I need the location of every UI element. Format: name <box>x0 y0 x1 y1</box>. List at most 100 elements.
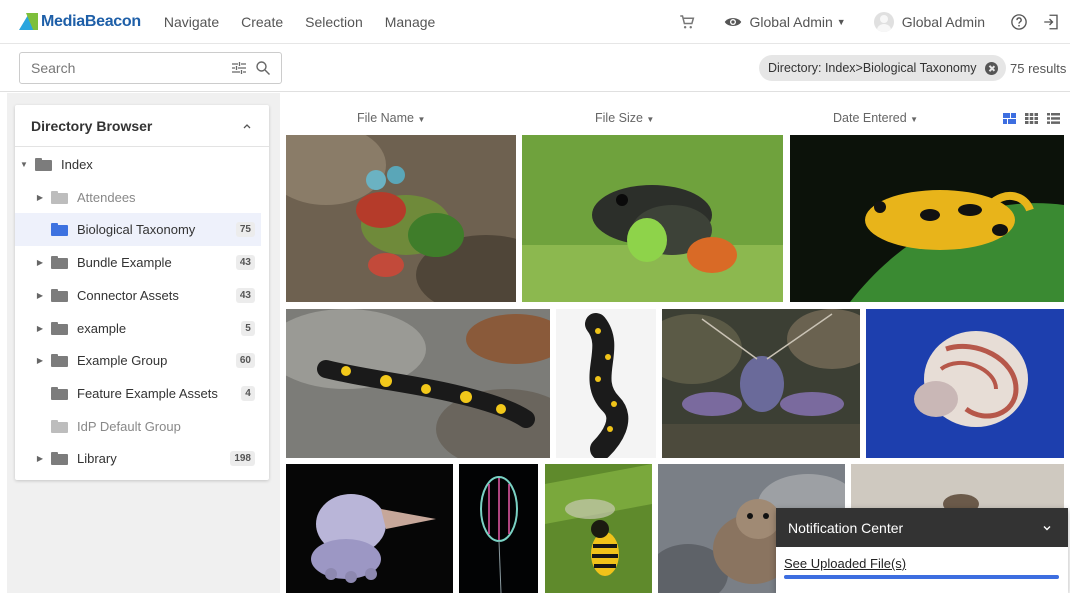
notification-title: Notification Center <box>788 519 904 536</box>
tree-item-label: example <box>77 320 127 336</box>
close-icon[interactable] <box>984 61 998 75</box>
count-badge: 5 <box>241 320 255 336</box>
grid-view-icon[interactable] <box>1025 113 1038 124</box>
logout-icon[interactable] <box>1042 13 1060 31</box>
chevron-down-icon[interactable] <box>1042 523 1052 533</box>
top-right-controls: Global Admin ▼ Global Admin <box>678 0 1070 44</box>
tree-item[interactable]: Biological Taxonomy 75 <box>15 213 261 247</box>
search-row: Directory: Index>Biological Taxonomy 75 … <box>0 45 1070 92</box>
caret-down-icon: ▼ <box>836 17 846 27</box>
tree-item[interactable]: ▶ Connector Assets 43 <box>15 279 261 312</box>
search-icon[interactable] <box>255 60 271 76</box>
folder-icon <box>51 288 68 302</box>
sort-file-name-label: File Name <box>357 111 414 125</box>
count-badge: 4 <box>241 385 255 401</box>
upload-progress-bar <box>784 575 1059 579</box>
help-icon[interactable] <box>1010 13 1028 31</box>
tree-item[interactable]: ▼ Index <box>15 148 261 181</box>
thumbnail-mantis-shrimp[interactable] <box>286 135 516 302</box>
caret-right-icon[interactable]: ▶ <box>35 356 45 366</box>
caret-down-icon: ▼ <box>417 115 426 124</box>
sort-file-name[interactable]: File Name ▼ <box>357 111 425 125</box>
brand-logo-mark <box>19 13 39 30</box>
caret-down-icon[interactable]: ▼ <box>19 160 29 170</box>
directory-browser-header[interactable]: Directory Browser <box>15 105 269 147</box>
tree-item-label: Library <box>77 451 117 467</box>
caret-right-icon[interactable]: ▶ <box>35 258 45 268</box>
thumbnail-comb-jelly[interactable] <box>459 464 538 593</box>
user-menu[interactable]: Global Admin <box>873 12 985 32</box>
brand-name: MediaBeacon <box>41 12 141 30</box>
panel-title: Directory Browser <box>31 117 153 134</box>
thumbnail-wasp[interactable] <box>545 464 652 593</box>
role-label: Global Admin <box>749 14 833 30</box>
thumbnail-lobster[interactable] <box>662 309 860 458</box>
search-input[interactable] <box>31 60 231 76</box>
folder-icon <box>51 321 68 335</box>
folder-icon <box>51 419 68 433</box>
sort-file-size[interactable]: File Size ▼ <box>595 111 654 125</box>
masonry-view-icon[interactable] <box>1003 113 1016 124</box>
see-uploaded-files-link[interactable]: See Uploaded File(s) <box>784 556 1068 571</box>
filter-icon[interactable] <box>231 60 247 76</box>
eye-icon <box>724 18 741 26</box>
main-nav: Navigate Create Selection Manage <box>164 14 457 30</box>
avatar <box>873 12 894 32</box>
thumbnail-nautilus[interactable] <box>866 309 1064 458</box>
caret-right-icon[interactable]: ▶ <box>35 454 45 464</box>
folder-icon <box>51 386 68 400</box>
brand-logo[interactable]: MediaBeacon <box>19 13 141 31</box>
tree-item-label: Attendees <box>77 189 136 205</box>
tree-item[interactable]: ▶ Attendees <box>15 181 261 214</box>
nav-selection[interactable]: Selection <box>305 14 363 30</box>
sort-file-size-label: File Size <box>595 111 643 125</box>
count-badge: 75 <box>235 222 255 238</box>
thumbnail-dumbo-octopus[interactable] <box>286 464 453 593</box>
tree-item-label: Index <box>61 157 93 172</box>
count-badge: 198 <box>230 451 255 467</box>
caret-right-icon[interactable]: ▶ <box>35 323 45 333</box>
tree-item[interactable]: ▶ example 5 <box>15 312 261 345</box>
thumbnail-fire-salamander[interactable] <box>286 309 550 458</box>
tree-item-label: Biological Taxonomy <box>77 222 196 238</box>
search-box <box>19 52 282 84</box>
count-badge: 43 <box>235 255 255 271</box>
list-view-icon[interactable] <box>1047 113 1060 124</box>
nav-manage[interactable]: Manage <box>385 14 436 30</box>
folder-icon <box>51 256 68 270</box>
caret-right-icon[interactable]: ▶ <box>35 290 45 300</box>
tree-item-label: Feature Example Assets <box>77 385 218 401</box>
caret-right-icon[interactable]: ▶ <box>35 192 45 202</box>
filter-chip-label: Directory: Index>Biological Taxonomy <box>768 61 977 75</box>
sort-date-entered-label: Date Entered <box>833 111 907 125</box>
top-bar: MediaBeacon Navigate Create Selection Ma… <box>0 0 1070 44</box>
folder-icon <box>35 158 52 171</box>
notification-header[interactable]: Notification Center <box>776 508 1068 547</box>
thumbnail-spotted-salamander[interactable] <box>556 309 656 458</box>
tree-item[interactable]: IdP Default Group <box>15 410 261 443</box>
tree-item[interactable]: ▶ Example Group 60 <box>15 344 261 377</box>
tree-item[interactable]: ▶ Bundle Example 43 <box>15 246 261 279</box>
directory-filter-chip: Directory: Index>Biological Taxonomy <box>759 55 1006 81</box>
tree-item[interactable]: Feature Example Assets 4 <box>15 377 261 410</box>
results-count: 75 results <box>1010 61 1067 76</box>
cart-icon[interactable] <box>678 13 696 31</box>
view-mode-switcher <box>1003 113 1060 124</box>
nav-navigate[interactable]: Navigate <box>164 14 219 30</box>
sort-date-entered[interactable]: Date Entered ▼ <box>833 111 918 125</box>
count-badge: 60 <box>235 353 255 369</box>
chevron-up-icon[interactable] <box>242 121 252 131</box>
folder-icon <box>51 223 68 237</box>
tree-item[interactable]: ▶ Library 198 <box>15 442 261 475</box>
upload-progress-fill <box>784 575 1059 579</box>
thumbnail-poison-dart-frog[interactable] <box>522 135 783 302</box>
role-switcher[interactable]: Global Admin ▼ <box>724 13 846 31</box>
tree-item-label: Example Group <box>77 353 168 369</box>
tree-item-label: Connector Assets <box>77 287 179 303</box>
nav-create[interactable]: Create <box>241 14 283 30</box>
folder-icon <box>51 354 68 368</box>
thumbnail-golden-frog[interactable] <box>790 135 1064 302</box>
tree-item-label: Bundle Example <box>77 255 172 271</box>
